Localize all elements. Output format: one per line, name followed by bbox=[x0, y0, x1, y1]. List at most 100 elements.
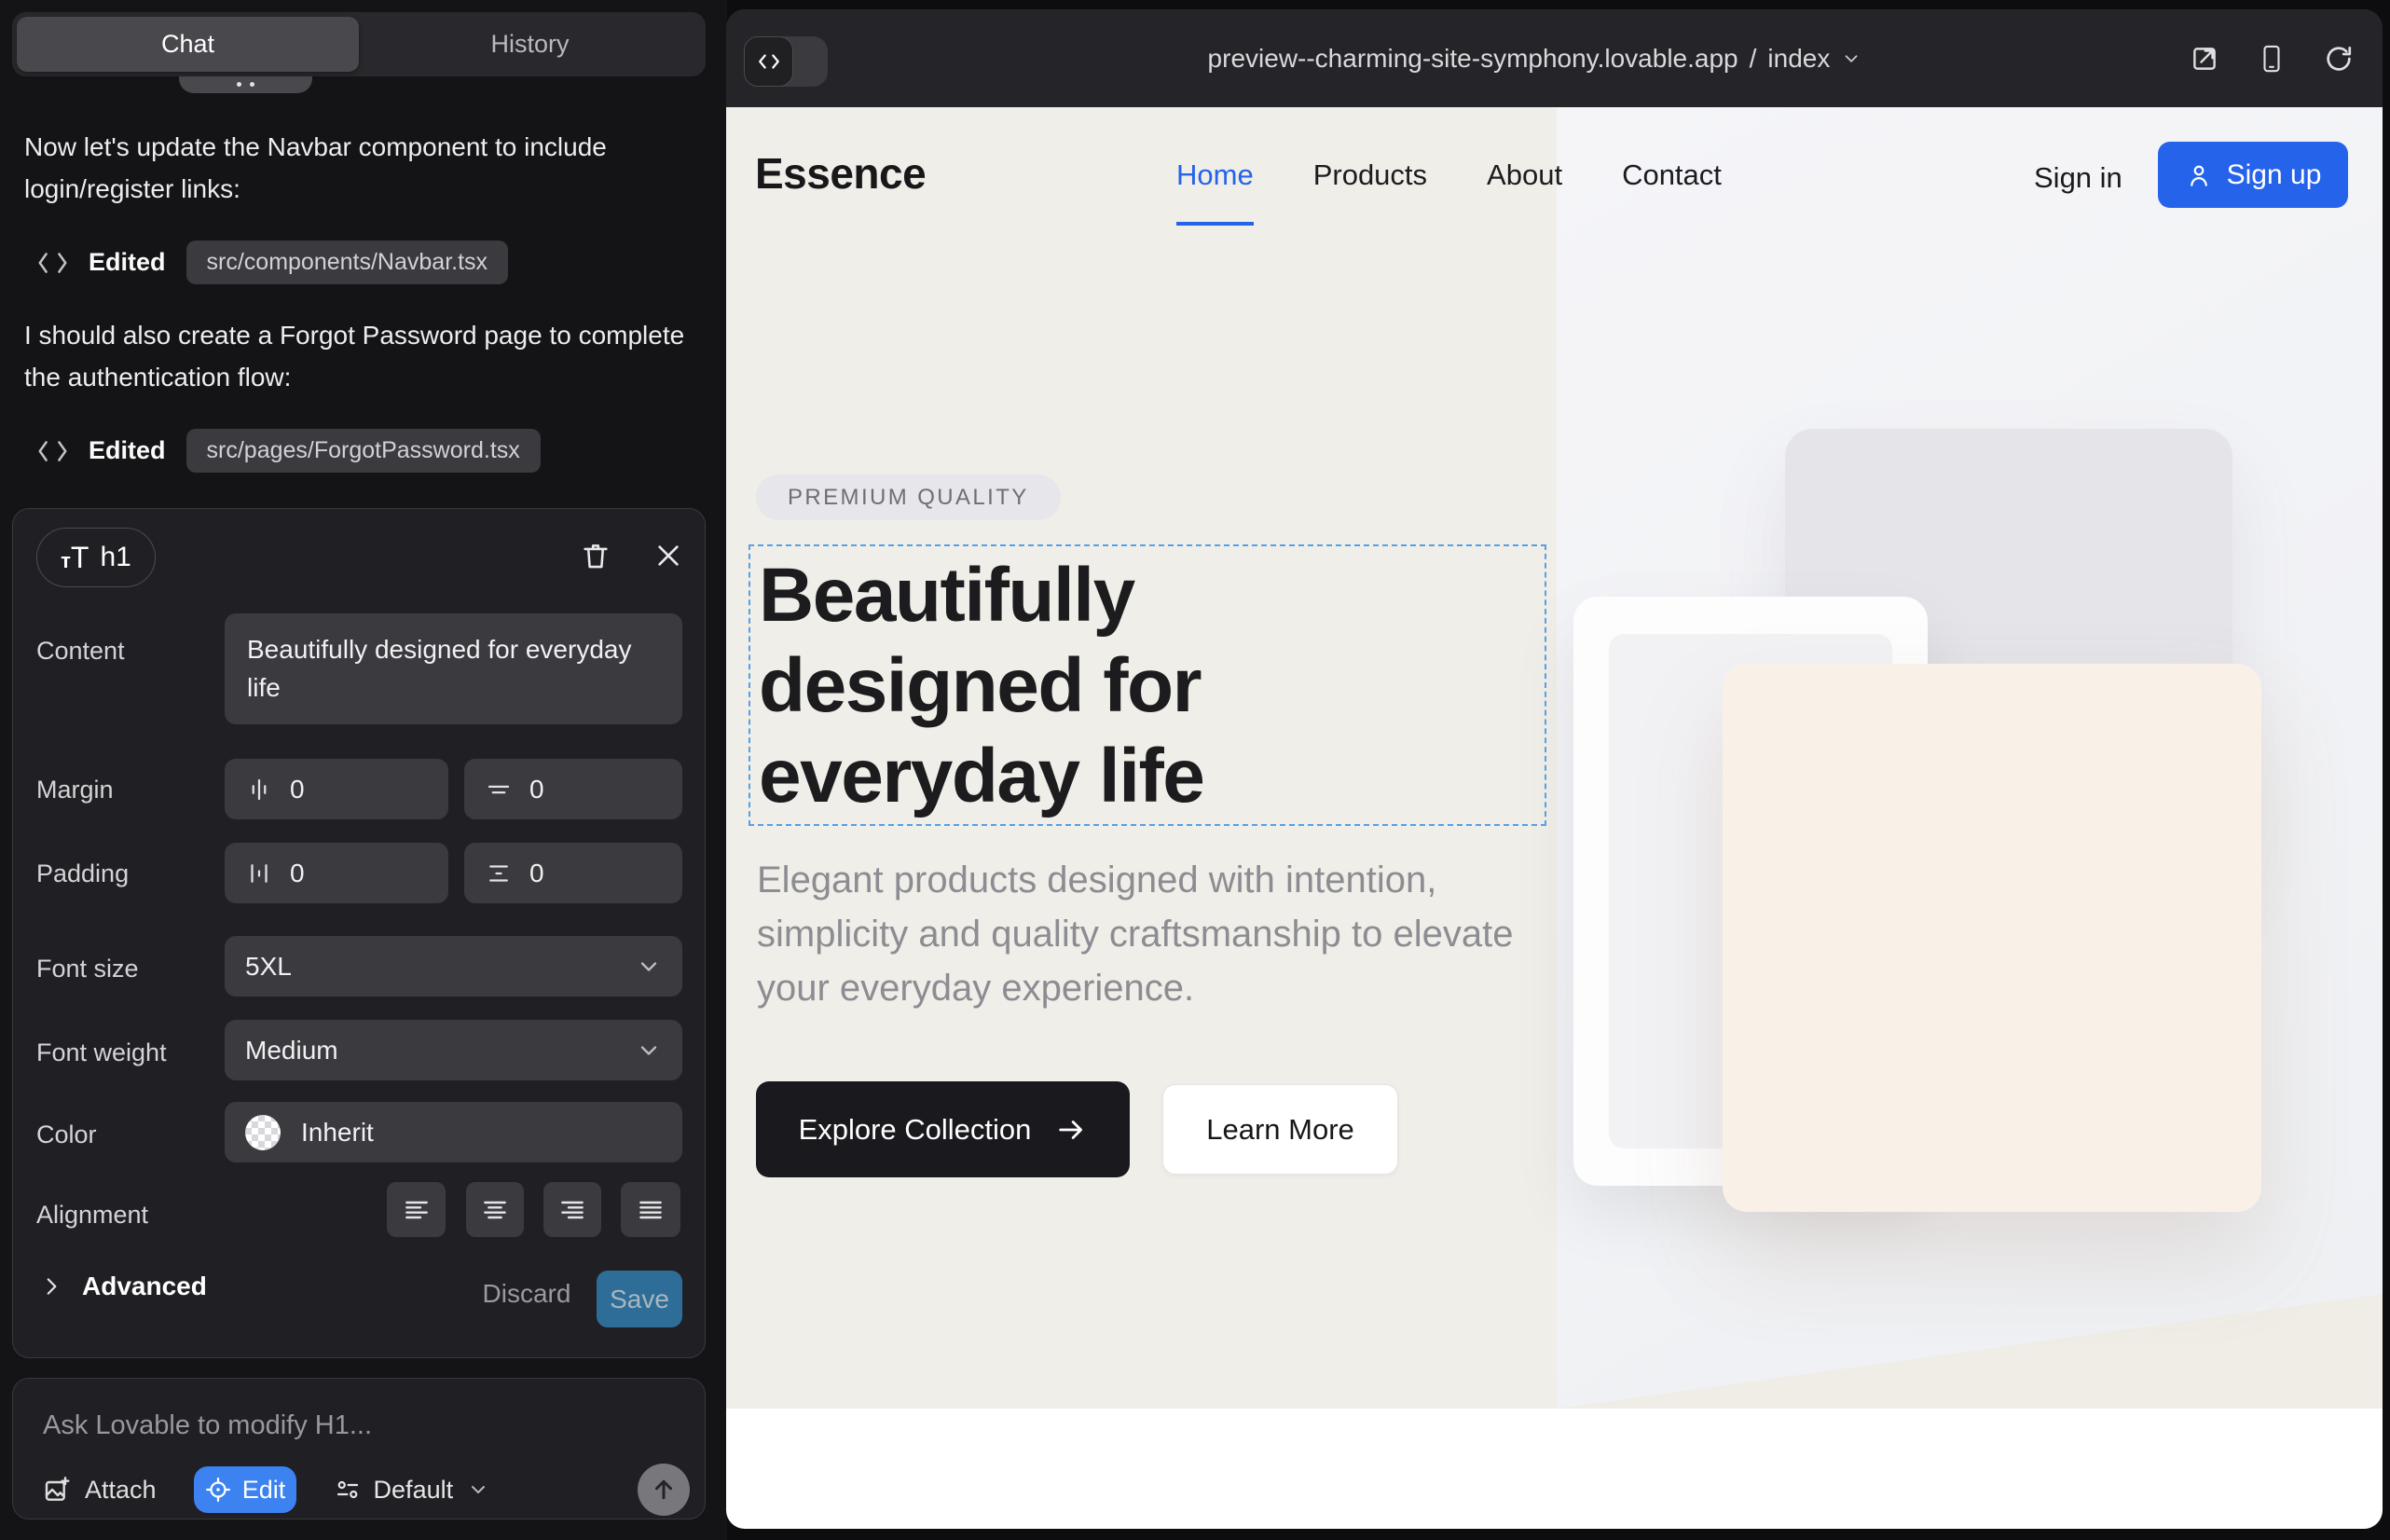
font-size-select[interactable]: 5XL bbox=[225, 936, 682, 997]
decor-card-beige bbox=[1723, 664, 2261, 1212]
route-name: index bbox=[1767, 44, 1830, 74]
margin-horizontal-icon bbox=[245, 776, 273, 804]
url-bar[interactable]: preview--charming-site-symphony.lovable.… bbox=[1208, 9, 1862, 107]
hero-description: Elegant products designed with intention… bbox=[757, 853, 1514, 1015]
route-chevron-icon bbox=[1841, 48, 1861, 69]
app-window: { "sidebar": { "tabs": { "chat": "Chat",… bbox=[0, 0, 2390, 1540]
explore-collection-button[interactable]: Explore Collection bbox=[756, 1081, 1130, 1177]
code-icon bbox=[37, 439, 68, 463]
chat-sidebar: Chat History Now let's update the Navbar… bbox=[0, 0, 727, 1540]
advanced-toggle[interactable]: Advanced bbox=[39, 1272, 207, 1301]
align-right-icon bbox=[557, 1195, 587, 1225]
edited-file-row: Edited src/components/Navbar.tsx bbox=[37, 241, 508, 284]
tab-history[interactable]: History bbox=[359, 17, 701, 72]
save-button[interactable]: Save bbox=[597, 1271, 682, 1327]
padding-vertical-icon bbox=[485, 859, 513, 887]
default-label: Default bbox=[374, 1476, 454, 1505]
composer-input[interactable]: Ask Lovable to modify H1... bbox=[43, 1410, 677, 1441]
align-justify-icon bbox=[636, 1195, 666, 1225]
sidebar-tabbar: Chat History bbox=[12, 12, 706, 76]
align-left-button[interactable] bbox=[387, 1182, 446, 1237]
edited-file-row: Edited src/pages/ForgotPassword.tsx bbox=[37, 429, 541, 473]
margin-x-value: 0 bbox=[290, 775, 305, 804]
send-arrow-icon bbox=[650, 1476, 678, 1504]
edit-label: Edit bbox=[242, 1476, 286, 1505]
attach-image-icon bbox=[43, 1475, 73, 1505]
margin-y-value: 0 bbox=[529, 775, 544, 804]
code-preview-toggle[interactable] bbox=[744, 36, 828, 87]
font-weight-select[interactable]: Medium bbox=[225, 1020, 682, 1080]
file-pill[interactable]: src/components/Navbar.tsx bbox=[186, 241, 509, 284]
content-label: Content bbox=[36, 637, 125, 666]
attach-button[interactable]: Attach bbox=[43, 1475, 157, 1505]
default-mode-button[interactable]: Default bbox=[334, 1476, 490, 1505]
chat-message: Now let's update the Navbar component to… bbox=[24, 127, 688, 211]
padding-horizontal-icon bbox=[245, 859, 273, 887]
nav-link-contact[interactable]: Contact bbox=[1622, 158, 1722, 192]
close-editor-button[interactable] bbox=[651, 538, 686, 573]
user-icon bbox=[2185, 161, 2213, 189]
site-logo[interactable]: Essence bbox=[755, 148, 926, 199]
explore-collection-label: Explore Collection bbox=[799, 1113, 1032, 1147]
hero-heading-line: designed for bbox=[759, 643, 1201, 728]
edited-label: Edited bbox=[89, 248, 166, 277]
align-left-icon bbox=[402, 1195, 432, 1225]
edit-mode-button[interactable]: Edit bbox=[194, 1466, 296, 1513]
element-tag-label: h1 bbox=[100, 542, 130, 573]
margin-y-input[interactable]: 0 bbox=[464, 759, 682, 819]
padding-x-input[interactable]: 0 bbox=[225, 843, 448, 903]
selected-element-outline[interactable]: Beautifully designed for everyday life bbox=[749, 544, 1546, 826]
font-size-label: Font size bbox=[36, 955, 139, 983]
mobile-view-icon[interactable] bbox=[2258, 43, 2286, 75]
font-weight-label: Font weight bbox=[36, 1038, 167, 1067]
tab-chat[interactable]: Chat bbox=[17, 17, 359, 72]
chevron-down-icon bbox=[467, 1478, 489, 1501]
sign-up-button[interactable]: Sign up bbox=[2158, 142, 2348, 208]
url-separator: / bbox=[1750, 44, 1757, 74]
preview-chrome-bar: preview--charming-site-symphony.lovable.… bbox=[726, 9, 2383, 107]
chat-composer: Ask Lovable to modify H1... Attach Edit … bbox=[12, 1378, 706, 1519]
discard-button[interactable]: Discard bbox=[474, 1279, 579, 1309]
color-swatch bbox=[245, 1115, 281, 1150]
type-icon: ᴛT bbox=[61, 543, 89, 572]
code-icon bbox=[757, 51, 781, 72]
code-icon bbox=[37, 251, 68, 275]
edit-target-icon bbox=[204, 1476, 232, 1504]
margin-x-input[interactable]: 0 bbox=[225, 759, 448, 819]
content-textarea[interactable]: Beautifully designed for everyday life bbox=[225, 613, 682, 724]
arrow-right-icon bbox=[1055, 1114, 1087, 1146]
margin-vertical-icon bbox=[485, 776, 513, 804]
color-select[interactable]: Inherit bbox=[225, 1102, 682, 1162]
advanced-label: Advanced bbox=[82, 1272, 207, 1301]
align-center-button[interactable] bbox=[466, 1182, 524, 1237]
nav-link-products[interactable]: Products bbox=[1313, 158, 1427, 192]
hero-heading[interactable]: Beautifully designed for everyday life bbox=[759, 550, 1203, 821]
nav-link-about[interactable]: About bbox=[1487, 158, 1562, 192]
attach-label: Attach bbox=[85, 1476, 157, 1505]
margin-label: Margin bbox=[36, 776, 114, 804]
sign-in-link[interactable]: Sign in bbox=[2034, 161, 2122, 195]
element-editor-panel: ᴛT h1 Content Beautifully designed for e… bbox=[12, 508, 706, 1358]
trash-icon bbox=[580, 540, 611, 571]
code-toggle-knob[interactable] bbox=[744, 36, 793, 87]
settings-sliders-icon bbox=[334, 1476, 362, 1504]
nav-link-home[interactable]: Home bbox=[1176, 158, 1254, 192]
open-external-icon[interactable] bbox=[2189, 43, 2220, 75]
padding-y-value: 0 bbox=[529, 859, 544, 888]
align-right-button[interactable] bbox=[543, 1182, 601, 1237]
site-nav: Home Products About Contact bbox=[1176, 158, 1722, 192]
learn-more-button[interactable]: Learn More bbox=[1162, 1084, 1398, 1175]
chat-message: I should also create a Forgot Password p… bbox=[24, 315, 688, 399]
close-icon bbox=[653, 541, 683, 571]
padding-label: Padding bbox=[36, 859, 129, 888]
refresh-icon[interactable] bbox=[2323, 43, 2355, 75]
file-pill[interactable]: src/pages/ForgotPassword.tsx bbox=[186, 429, 541, 473]
send-button[interactable] bbox=[638, 1464, 690, 1516]
align-justify-button[interactable] bbox=[621, 1182, 680, 1237]
chevron-down-icon bbox=[636, 1038, 662, 1064]
padding-y-input[interactable]: 0 bbox=[464, 843, 682, 903]
chevron-down-icon bbox=[636, 954, 662, 980]
delete-element-button[interactable] bbox=[578, 538, 613, 573]
premium-quality-badge: PREMIUM QUALITY bbox=[756, 474, 1061, 520]
preview-url: preview--charming-site-symphony.lovable.… bbox=[1208, 44, 1738, 74]
